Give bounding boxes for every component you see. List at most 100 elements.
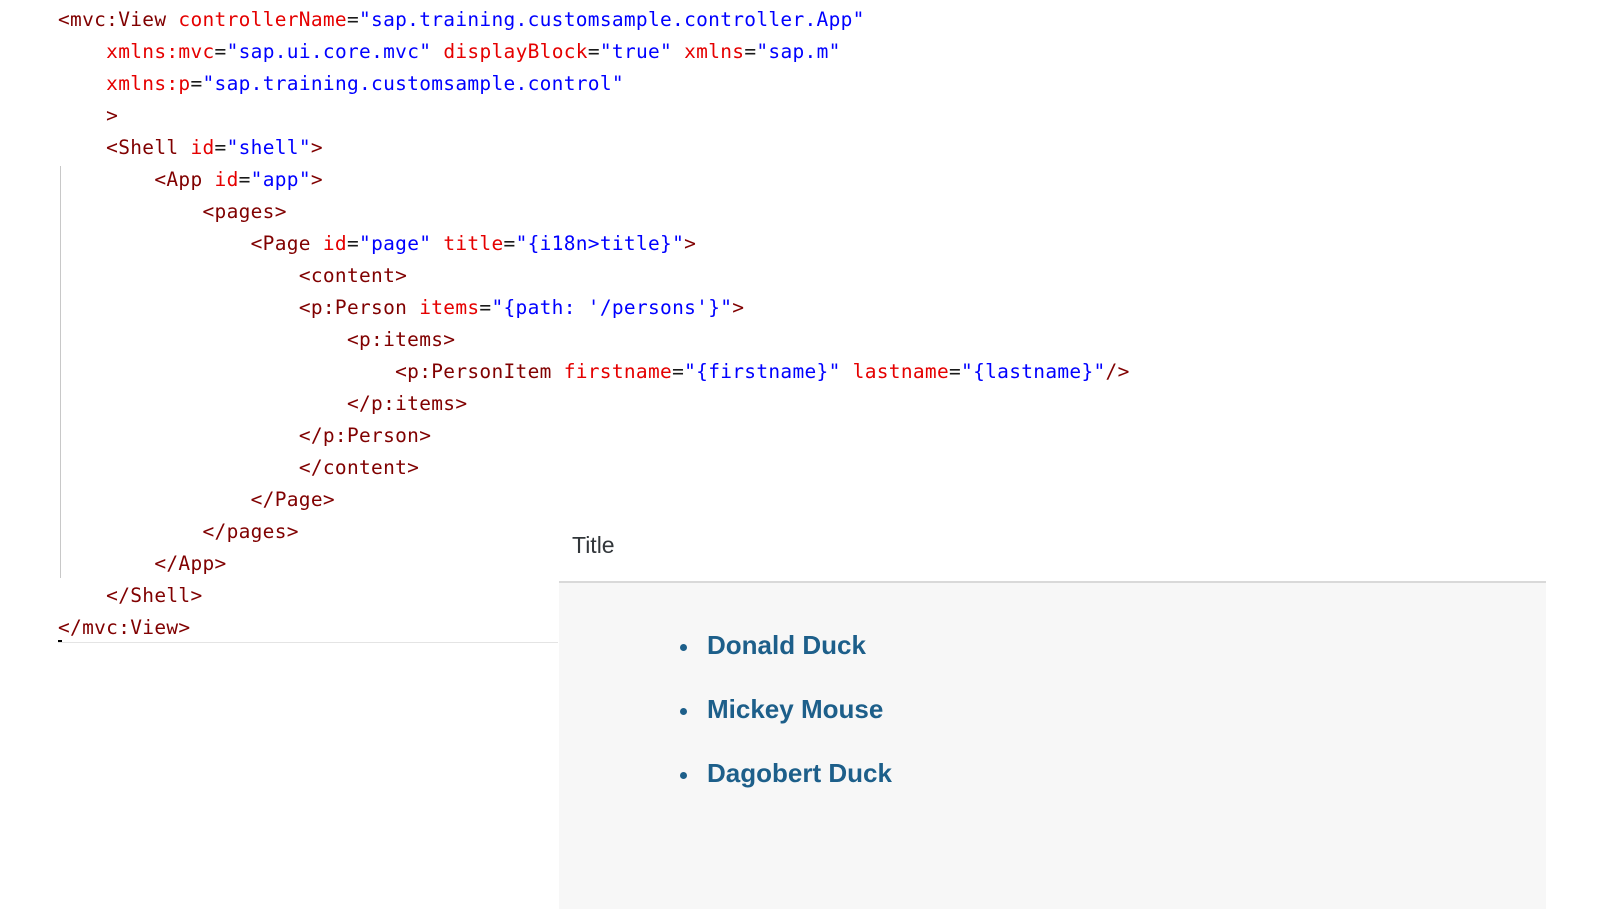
code-token-tag: >	[106, 104, 119, 127]
code-token-tag: <App	[154, 168, 215, 191]
code-divider	[58, 642, 558, 643]
code-token-val: "app"	[250, 168, 311, 191]
code-token-attr: displayBlock	[443, 40, 588, 63]
code-token-eq: =	[479, 296, 492, 319]
code-token-attr: id	[190, 136, 215, 159]
code-token-tag: <content>	[298, 264, 408, 287]
code-token-eq: =	[503, 232, 516, 255]
code-token-tag: </p:Person>	[298, 424, 432, 447]
code-line: >	[58, 100, 1130, 132]
person-link[interactable]: Mickey Mouse	[707, 694, 883, 724]
code-token-eq: =	[587, 40, 600, 63]
code-token-tag: </content>	[298, 456, 420, 479]
code-token-tag: >	[310, 168, 323, 191]
code-token-eq: =	[346, 232, 360, 255]
person-link[interactable]: Dagobert Duck	[707, 758, 892, 788]
code-token-val: "{lastname}"	[961, 360, 1106, 383]
code-token-tag: >	[732, 296, 745, 319]
page-content: Donald Duck Mickey Mouse Dagobert Duck	[559, 583, 1546, 909]
code-token-attr: controllerName	[178, 8, 347, 31]
code-token-attr: xmlns:mvc	[106, 40, 215, 63]
code-token-attr: xmlns:p	[106, 72, 191, 95]
code-line: <p:items>	[58, 324, 1130, 356]
indent-guide	[60, 358, 61, 386]
code-token-val: "shell"	[226, 136, 311, 159]
code-token-val: "sap.training.customsample.controller.Ap…	[359, 8, 865, 31]
code-line: xmlns:p="sap.training.customsample.contr…	[58, 68, 1130, 100]
code-line: </content>	[58, 452, 1130, 484]
code-token-val: "{firstname}"	[684, 360, 853, 383]
code-token-eq: =	[214, 136, 227, 159]
code-token-val: "sap.m"	[756, 40, 841, 63]
code-token-attr: firstname	[563, 360, 673, 383]
code-token-tag: />	[1105, 360, 1130, 383]
code-token-attr: xmlns	[684, 40, 745, 63]
code-token-tag: </mvc:View>	[58, 616, 191, 639]
code-line: </Page>	[58, 484, 1130, 516]
code-token-val: "page"	[359, 232, 444, 255]
code-token-attr: id	[214, 168, 239, 191]
code-token-tag: <mvc:View	[58, 8, 179, 31]
code-token-val: "{path: '/persons'}"	[491, 296, 733, 319]
code-token-tag: >	[684, 232, 697, 255]
code-token-tag: >	[310, 136, 323, 159]
code-token-tag: </App>	[154, 552, 227, 575]
code-token-eq: =	[190, 72, 203, 95]
person-link[interactable]: Donald Duck	[707, 630, 866, 660]
page-title: Title	[572, 532, 615, 558]
code-token-tag: <p:items>	[346, 328, 456, 351]
code-token-tag: </pages>	[202, 520, 299, 543]
code-line: <p:Person items="{path: '/persons'}">	[58, 292, 1130, 324]
app-preview: Title Donald Duck Mickey Mouse Dagobert …	[559, 518, 1546, 909]
code-line: xmlns:mvc="sap.ui.core.mvc" displayBlock…	[58, 36, 1130, 68]
code-token-attr: id	[322, 232, 347, 255]
code-token-val: "sap.ui.core.mvc"	[226, 40, 444, 63]
code-token-eq: =	[238, 168, 251, 191]
code-line: <mvc:View controllerName="sap.training.c…	[58, 4, 1130, 36]
code-line: <Page id="page" title="{i18n>title}">	[58, 228, 1130, 260]
bullet-icon	[680, 772, 687, 779]
bullet-icon	[680, 644, 687, 651]
code-token-val: "sap.training.customsample.control"	[202, 72, 624, 95]
code-line: </p:Person>	[58, 420, 1130, 452]
code-token-attr: title	[443, 232, 504, 255]
code-token-tag: <p:PersonItem	[395, 360, 564, 383]
code-line: <App id="app">	[58, 164, 1130, 196]
code-token-eq: =	[949, 360, 962, 383]
code-token-val: "{i18n>title}"	[515, 232, 685, 255]
code-token-tag: <p:Person	[298, 296, 420, 319]
code-line: <p:PersonItem firstname = "{firstname}" la…	[58, 356, 1130, 388]
code-line: <Shell id="shell">	[58, 132, 1130, 164]
code-token-tag: <pages>	[202, 200, 287, 223]
code-token-tag: </Page>	[250, 488, 335, 511]
code-line: </p:items>	[58, 388, 1130, 420]
code-token-eq: =	[744, 40, 757, 63]
page-header: Title	[559, 518, 1546, 583]
code-token-eq: =	[346, 8, 360, 31]
code-token-eq: =	[214, 40, 227, 63]
code-line: <content>	[58, 260, 1130, 292]
bullet-icon	[680, 708, 687, 715]
code-token-val: "true"	[599, 40, 685, 63]
code-token-tag: </p:items>	[346, 392, 468, 415]
code-token-tag: <Page	[250, 232, 323, 255]
code-token-tag: <Shell	[106, 136, 191, 159]
code-line: <pages>	[58, 196, 1130, 228]
code-token-attr: lastname	[852, 360, 949, 383]
